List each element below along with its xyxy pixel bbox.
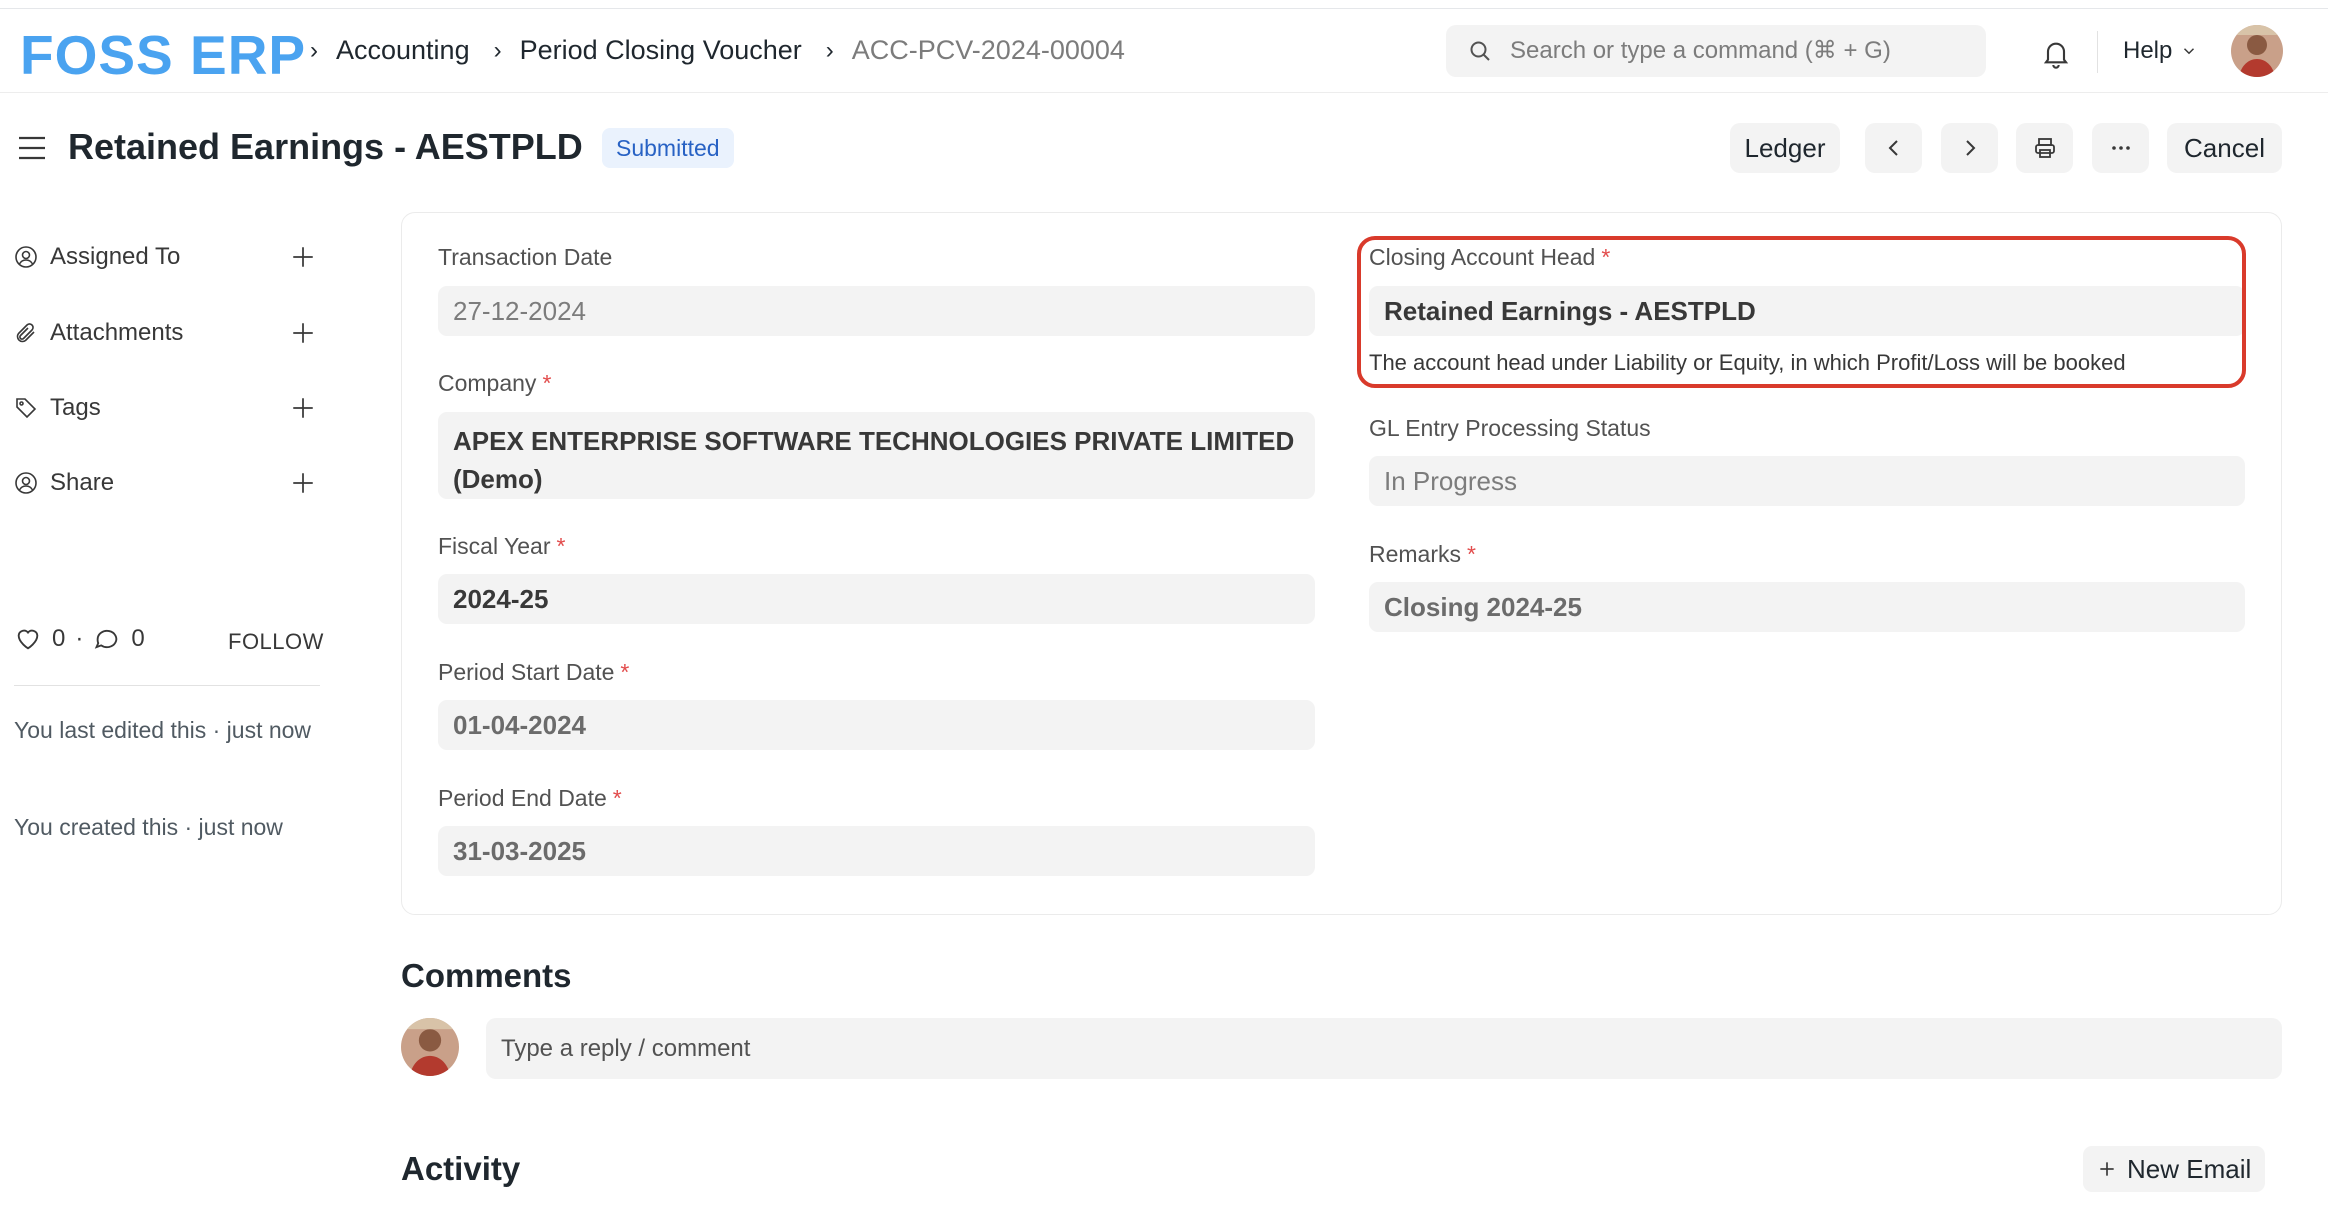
like-count: 0 bbox=[52, 625, 66, 652]
period-end-date-label: Period End Date * bbox=[438, 785, 622, 811]
help-dropdown[interactable]: Help bbox=[2123, 37, 2198, 65]
transaction-date-label: Transaction Date bbox=[438, 244, 613, 270]
search-bar[interactable] bbox=[1446, 25, 1986, 77]
sidebar-divider bbox=[14, 685, 320, 686]
search-icon bbox=[1470, 41, 1490, 61]
tag-icon bbox=[16, 398, 37, 419]
ellipsis-icon bbox=[2111, 146, 2130, 150]
remarks-field[interactable]: Closing 2024-25 bbox=[1369, 582, 2245, 632]
activity-title: Activity bbox=[401, 1150, 521, 1187]
chevron-right-icon: › bbox=[493, 36, 502, 64]
previous-doc-button[interactable] bbox=[1865, 123, 1922, 173]
remarks-label: Remarks * bbox=[1369, 541, 1476, 567]
fiscal-year-label: Fiscal Year * bbox=[438, 533, 566, 559]
help-label: Help bbox=[2123, 37, 2173, 64]
more-actions-button[interactable] bbox=[2092, 123, 2149, 173]
comment-count: 0 bbox=[131, 625, 145, 652]
breadcrumb-accounting[interactable]: Accounting bbox=[336, 35, 470, 66]
sidebar-item-label: Assigned To bbox=[50, 243, 181, 270]
top-edge bbox=[0, 0, 2328, 9]
commenter-avatar bbox=[401, 1018, 459, 1076]
sidebar-item-attachments[interactable]: Attachments bbox=[14, 313, 316, 353]
search-input[interactable] bbox=[1510, 37, 1970, 65]
new-email-button[interactable]: New Email bbox=[2083, 1146, 2266, 1192]
heart-icon[interactable] bbox=[14, 625, 42, 653]
navbar: FOSS ERP › Accounting › Period Closing V… bbox=[0, 9, 2328, 93]
created-note: You created this · just now bbox=[14, 814, 283, 840]
breadcrumb-current-doc[interactable]: ACC-PCV-2024-00004 bbox=[852, 35, 1125, 66]
fiscal-year-field[interactable]: 2024-25 bbox=[438, 574, 1315, 624]
chevron-right-icon: › bbox=[310, 36, 318, 64]
doc-stats: 0 · 0 bbox=[14, 625, 145, 653]
chevron-left-icon bbox=[1888, 140, 1898, 156]
add-attachment-icon[interactable] bbox=[290, 320, 316, 346]
gl-entry-status-label: GL Entry Processing Status bbox=[1369, 415, 1651, 441]
paperclip-icon bbox=[16, 323, 35, 343]
period-start-date-field[interactable]: 01-04-2024 bbox=[438, 700, 1315, 750]
period-end-date-field[interactable]: 31-03-2025 bbox=[438, 826, 1315, 876]
chevron-right-icon: › bbox=[825, 36, 834, 64]
breadcrumb-period-closing-voucher[interactable]: Period Closing Voucher bbox=[520, 35, 802, 66]
sidebar-item-tags[interactable]: Tags bbox=[14, 388, 316, 428]
notification-bell-icon[interactable] bbox=[2040, 37, 2072, 69]
sidebar-item-label: Tags bbox=[50, 394, 101, 421]
share-user-icon bbox=[15, 472, 37, 494]
ledger-button[interactable]: Ledger bbox=[1730, 123, 1840, 173]
new-email-label: New Email bbox=[2127, 1153, 2252, 1184]
company-field[interactable]: APEX ENTERPRISE SOFTWARE TECHNOLOGIES PR… bbox=[438, 412, 1315, 499]
chevron-right-icon bbox=[1965, 140, 1975, 156]
sidebar-item-share[interactable]: Share bbox=[14, 463, 316, 503]
chevron-down-icon bbox=[2184, 48, 2195, 55]
user-avatar[interactable] bbox=[2231, 25, 2283, 77]
assign-user-icon bbox=[15, 246, 37, 268]
sidebar-toggle-icon[interactable] bbox=[17, 134, 47, 162]
app-logo[interactable]: FOSS ERP bbox=[20, 23, 306, 87]
status-badge: Submitted bbox=[602, 128, 734, 168]
add-share-icon[interactable] bbox=[290, 470, 316, 496]
printer-icon bbox=[2034, 138, 2055, 158]
gl-entry-status-field[interactable]: In Progress bbox=[1369, 456, 2245, 506]
add-tag-icon[interactable] bbox=[290, 395, 316, 421]
sidebar-item-assigned-to[interactable]: Assigned To bbox=[14, 237, 316, 277]
company-label: Company * bbox=[438, 370, 552, 396]
comment-icon[interactable] bbox=[93, 625, 121, 653]
comment-input[interactable] bbox=[486, 1018, 2282, 1079]
next-doc-button[interactable] bbox=[1941, 123, 1998, 173]
navbar-divider bbox=[2097, 31, 2098, 73]
last-edited-note: You last edited this · just now bbox=[14, 717, 312, 743]
plus-icon bbox=[2100, 1162, 2114, 1176]
sidebar-item-label: Attachments bbox=[50, 319, 184, 346]
transaction-date-field[interactable]: 27-12-2024 bbox=[438, 286, 1315, 336]
period-start-date-label: Period Start Date * bbox=[438, 659, 630, 685]
stats-separator: · bbox=[75, 625, 84, 652]
breadcrumb: › Accounting › Period Closing Voucher › … bbox=[304, 35, 1143, 66]
follow-button[interactable]: FOLLOW bbox=[228, 629, 324, 655]
comments-title: Comments bbox=[401, 957, 572, 994]
sidebar-item-label: Share bbox=[50, 469, 115, 496]
cancel-button[interactable]: Cancel bbox=[2167, 123, 2282, 173]
closing-account-head-highlight bbox=[1357, 236, 2246, 388]
page-title: Retained Earnings - AESTPLD bbox=[68, 126, 583, 167]
print-button[interactable] bbox=[2016, 123, 2073, 173]
add-assignment-icon[interactable] bbox=[290, 244, 316, 270]
